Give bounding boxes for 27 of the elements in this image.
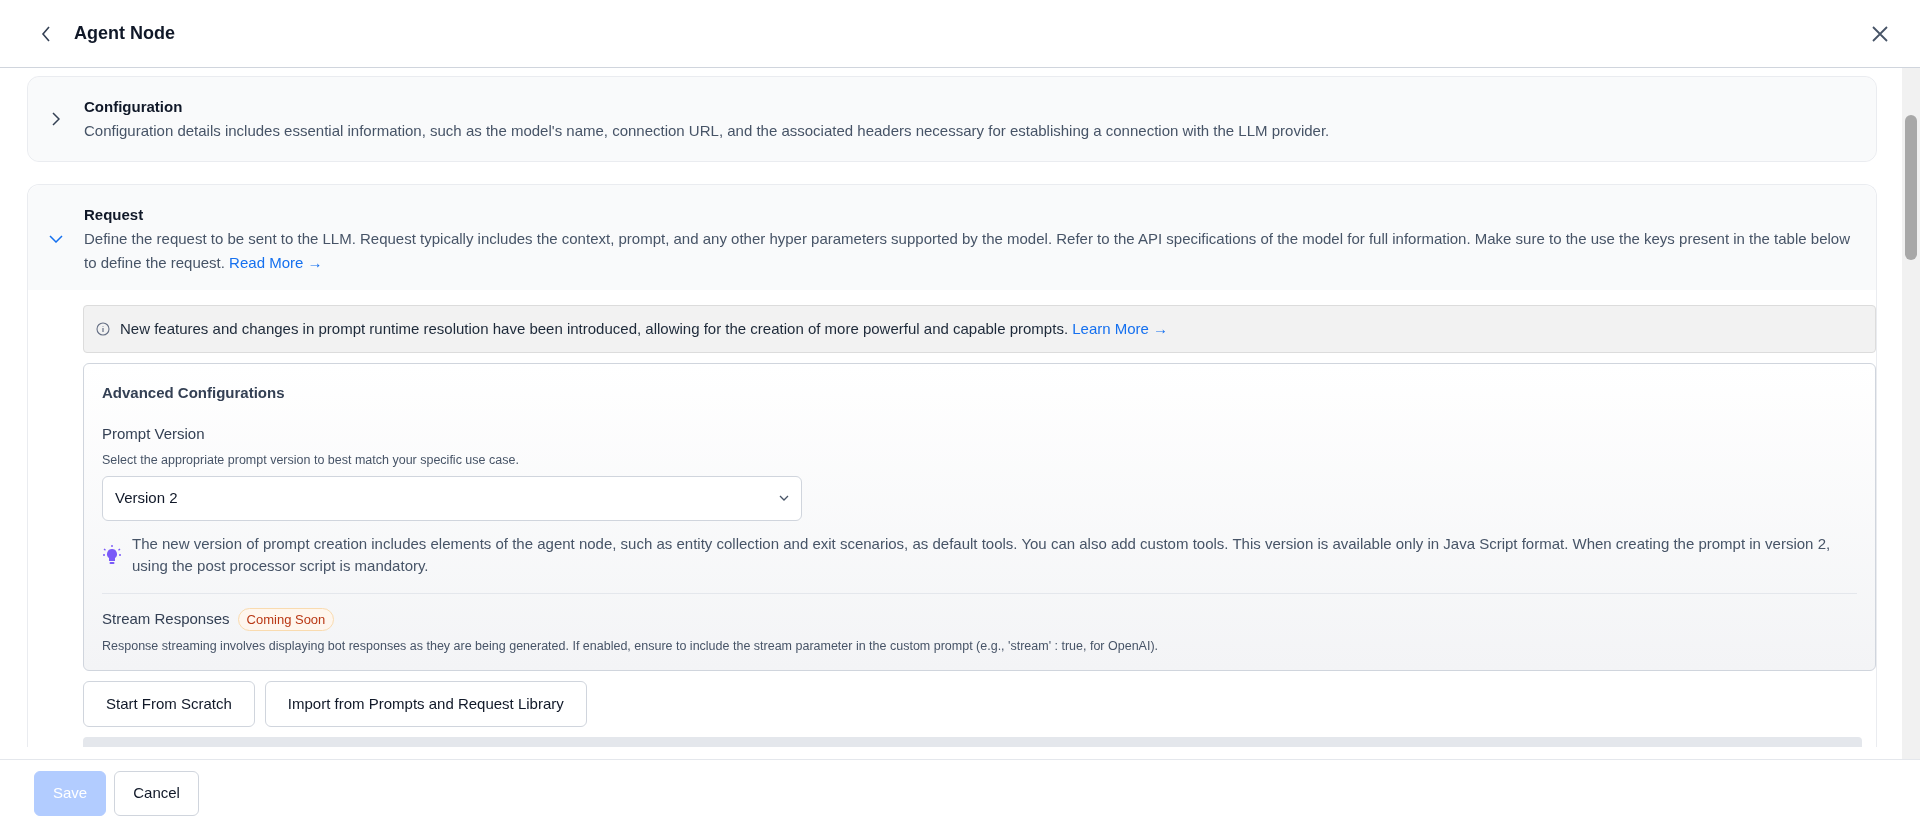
chevron-down-icon — [779, 495, 789, 502]
section-toggle[interactable] — [46, 235, 66, 243]
action-button[interactable]: Import from Prompts and Request Library — [264, 681, 587, 727]
scrollbar[interactable] — [1902, 68, 1920, 759]
page-title: Agent Node — [74, 22, 175, 45]
chevron-left-icon — [41, 25, 51, 42]
learn-more-link[interactable]: Learn More → — [1072, 319, 1169, 337]
section-description: Define the request to be sent to the LLM. Request typically includes the context, prompt, and any other hyper parameters supported by the model. Refer to the API specifications of the model for full information. Make sure to the use the keys present in the table below to define the request. Read More → — [84, 229, 1851, 273]
card-title: Advanced Configurations — [102, 383, 286, 403]
section-description: Configuration details includes essential information, such as the model's name, connection URL, and the associated headers necessary for establishing a connection with the LLM provider. — [84, 121, 1330, 141]
info-text: New features and changes in prompt runtime resolution have been introduced, allowing for the creation of more powerful and capable prompts. Learn More → — [120, 318, 1169, 339]
coming-soon-badge: Coming Soon — [237, 607, 335, 632]
field-label: Stream Responses — [102, 609, 230, 630]
action-button[interactable]: Start From Scratch — [83, 681, 255, 727]
field-hint: Select the appropriate prompt version to best match your specific use case. — [102, 452, 520, 469]
tip-text: The new version of prompt creation includes elements of the agent node, such as entity collection and exit scenarios, as default tools. You can also add custom tools. This version is available only in Java Script format. When creating the prompt in version 2, using the post processor script is mandatory. — [132, 533, 1832, 576]
info-icon — [96, 322, 110, 336]
section-title: Request — [84, 205, 145, 225]
section-title: Configuration — [84, 97, 184, 117]
lightbulb-icon — [102, 543, 122, 566]
read-more-link[interactable]: Read More → — [229, 254, 323, 271]
field-hint: Response streaming involves displaying bot responses as they are being generated. If enabled, ensure to include the stream parameter in the custom prompt (e.g., 'stream' : true, for OpenAI). — [102, 638, 1160, 656]
cancel-button[interactable]: Cancel — [114, 771, 199, 816]
version-select[interactable]: Version 2 — [102, 475, 802, 521]
scrollbar-thumb[interactable] — [1905, 115, 1917, 260]
field-label: Prompt Version — [102, 423, 206, 444]
close-icon — [1872, 25, 1888, 42]
